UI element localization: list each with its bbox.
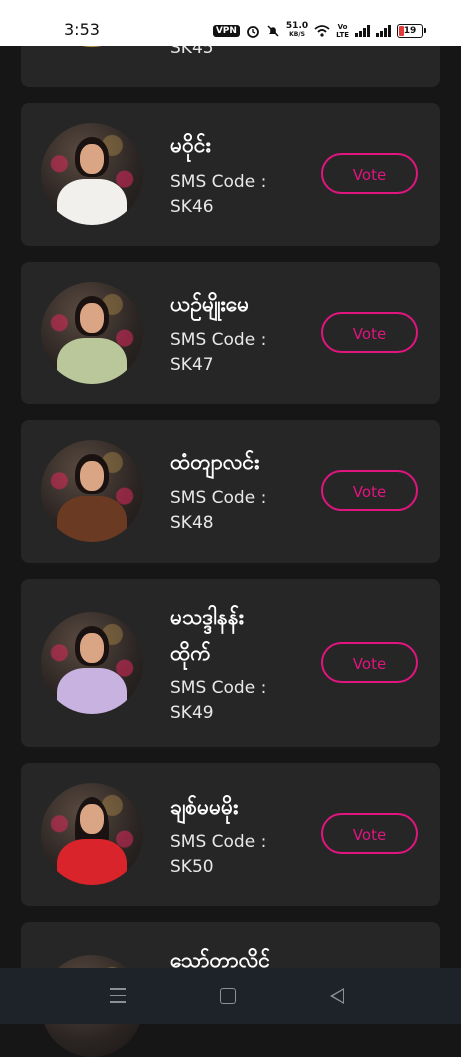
sms-code: SK48: [170, 513, 214, 533]
vote-button[interactable]: Vote: [321, 312, 418, 353]
contestant-card: ယဉ်မျိုးမေ SMS Code : SK47 Vote: [21, 262, 440, 404]
contestant-name-line2: ထိုက်: [170, 641, 211, 665]
volte-bottom: LTE: [336, 30, 349, 39]
status-icons: VPN 51.0 KB/S Vo LTE 19: [212, 22, 426, 39]
speed-indicator: 51.0 KB/S: [286, 22, 308, 39]
contestant-photo: [41, 612, 143, 714]
sms-code: SK47: [170, 355, 214, 375]
sms-code-label: SMS Code :: [170, 330, 267, 350]
alarm-icon: [247, 25, 259, 38]
sms-code-label: SMS Code :: [170, 832, 267, 852]
contestant-photo: [41, 440, 143, 542]
contestant-card: မသဒ္ဒါနန်း ထိုက် SMS Code : SK49 Vote: [21, 579, 440, 747]
contestant-name: ယဉ်မျိုးမေ: [170, 292, 250, 316]
contestant-photo: [41, 282, 143, 384]
vote-button[interactable]: Vote: [321, 642, 418, 683]
contestant-card: မဝိုင်း SMS Code : SK46 Vote: [21, 103, 440, 246]
status-bar: 3:53 VPN 51.0 KB/S Vo LTE 19: [0, 0, 461, 46]
sms-code-label: SMS Code :: [170, 172, 267, 192]
wifi-icon: [314, 24, 330, 37]
sms-code: SK50: [170, 857, 214, 877]
contestant-photo: [41, 123, 143, 225]
contestant-card: ချစ်မမမိုး SMS Code : SK50 Vote: [21, 763, 440, 906]
battery-icon: 19: [397, 23, 426, 38]
signal-icon: [376, 24, 391, 37]
sms-code-label: SMS Code :: [170, 678, 267, 698]
vote-button[interactable]: Vote: [321, 153, 418, 194]
sms-code-label: SMS Code :: [170, 488, 267, 508]
mute-icon: [267, 24, 279, 37]
contestant-name: ချစ်မမမိုး: [170, 795, 239, 819]
contestant-name: ထံတျာလင်း: [170, 450, 260, 474]
speed-value: 51.0: [285, 21, 309, 31]
vote-button[interactable]: Vote: [321, 470, 418, 511]
volte-indicator: Vo LTE: [336, 23, 349, 39]
contestant-card: ထံတျာလင်း SMS Code : SK48 Vote: [21, 420, 440, 563]
contestant-photo: [41, 783, 143, 885]
vpn-icon: VPN: [212, 24, 240, 37]
contestant-name: မဝိုင်း: [170, 133, 211, 157]
signal-icon: [355, 24, 370, 37]
menu-icon[interactable]: [110, 988, 126, 1008]
vote-button[interactable]: Vote: [321, 813, 418, 854]
sms-code: SK46: [170, 197, 214, 217]
volte-top: Vo: [337, 22, 348, 31]
contestant-name: မသဒ္ဒါနန်း: [170, 605, 244, 629]
status-time: 3:53: [64, 20, 100, 39]
home-icon[interactable]: [220, 988, 236, 1004]
back-icon[interactable]: [330, 988, 344, 1004]
system-nav-bar: [0, 968, 461, 1024]
speed-unit: KB/S: [289, 31, 305, 38]
sms-code: SK49: [170, 703, 214, 723]
